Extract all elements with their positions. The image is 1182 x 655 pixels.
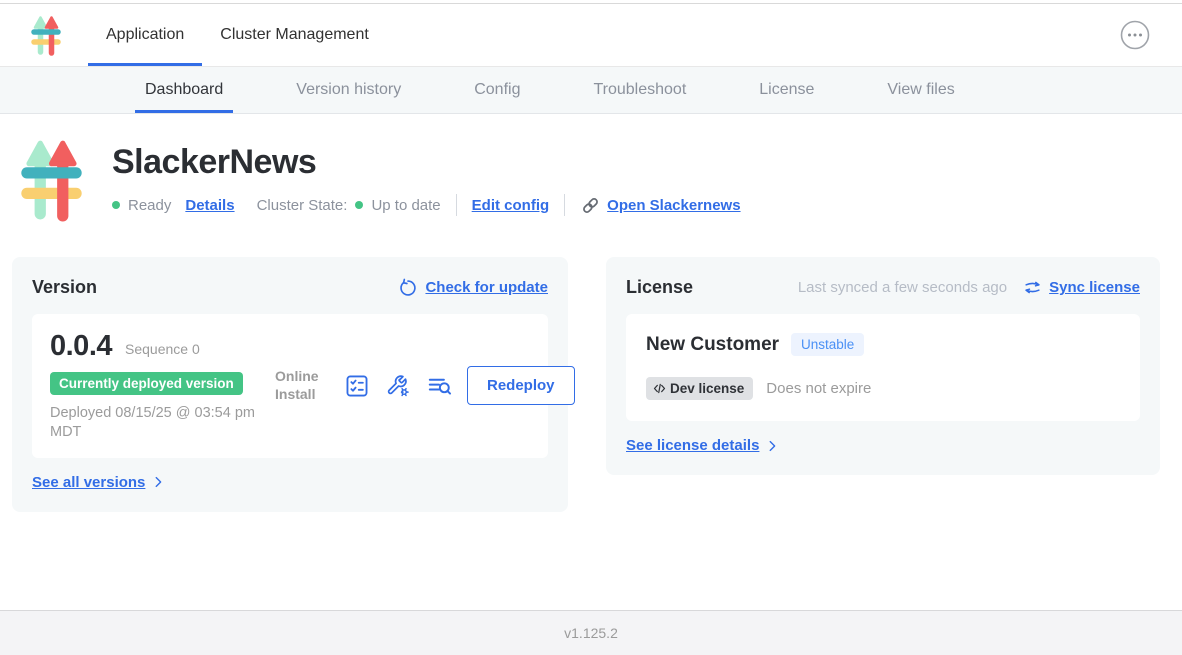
- last-synced-label: Last synced a few seconds ago: [798, 279, 1007, 296]
- channel-badge: Unstable: [791, 333, 864, 356]
- open-app-label: Open Slackernews: [607, 197, 740, 214]
- redeploy-button[interactable]: Redeploy: [467, 366, 575, 405]
- version-card-title: Version: [32, 277, 97, 298]
- chain-link-icon: [580, 195, 601, 216]
- app-header: SlackerNews Ready Details Cluster State:…: [0, 114, 1182, 222]
- deployed-timestamp: Deployed 08/15/25 @ 03:54 pm MDT: [50, 404, 275, 442]
- replicated-app-logo-icon: [30, 14, 62, 56]
- status-divider: [564, 194, 565, 216]
- preflight-checks-icon[interactable]: [344, 373, 370, 399]
- sequence-label: Sequence 0: [125, 341, 200, 357]
- tab-application[interactable]: Application: [88, 4, 202, 66]
- current-version-panel: 0.0.4 Sequence 0 Currently deployed vers…: [32, 314, 548, 458]
- app-subnav: Dashboard Version history Config Trouble…: [0, 67, 1182, 114]
- license-detail-panel: New Customer Unstable Dev license Does n…: [626, 314, 1140, 421]
- subnav-item-troubleshoot[interactable]: Troubleshoot: [583, 67, 696, 113]
- check-for-update-label: Check for update: [425, 279, 548, 296]
- subnav-license-label: License: [759, 81, 814, 99]
- subnav-item-view-files[interactable]: View files: [877, 67, 964, 113]
- main-nav: Application Cluster Management: [0, 4, 1182, 67]
- license-type-badge: Dev license: [646, 377, 753, 400]
- see-license-details-link[interactable]: See license details: [626, 437, 779, 454]
- sync-license-link[interactable]: Sync license: [1023, 278, 1140, 297]
- customer-name: New Customer: [646, 334, 779, 356]
- version-number: 0.0.4: [50, 330, 112, 363]
- chevron-right-icon: [151, 475, 165, 489]
- deployed-status-badge: Currently deployed version: [50, 372, 243, 395]
- sync-arrows-icon: [1023, 278, 1042, 297]
- install-type-label: Online Install: [275, 368, 329, 403]
- code-icon: [652, 381, 667, 396]
- subnav-config-label: Config: [474, 81, 520, 99]
- subnav-view-files-label: View files: [887, 81, 954, 99]
- cluster-state-label: Cluster State:: [257, 197, 348, 214]
- overflow-menu-button[interactable]: [1120, 20, 1150, 50]
- app-status-label: Ready: [128, 197, 171, 214]
- subnav-item-config[interactable]: Config: [464, 67, 530, 113]
- nav-tabs: Application Cluster Management: [88, 4, 387, 66]
- sync-license-label: Sync license: [1049, 279, 1140, 296]
- console-footer: v1.125.2: [0, 610, 1182, 655]
- view-logs-icon[interactable]: [426, 373, 452, 399]
- open-app-link[interactable]: Open Slackernews: [580, 195, 740, 216]
- license-type-label: Dev license: [670, 381, 744, 396]
- license-card-title: License: [626, 277, 693, 298]
- version-card: Version Check for update 0.0.4 Seque: [12, 257, 568, 512]
- app-status-dot: [112, 201, 120, 209]
- refresh-icon: [398, 278, 418, 298]
- console-version: v1.125.2: [564, 625, 618, 641]
- chevron-right-icon: [765, 439, 779, 453]
- cluster-state-value: Up to date: [371, 197, 440, 214]
- status-details-link[interactable]: Details: [185, 197, 234, 214]
- check-for-update-link[interactable]: Check for update: [398, 278, 548, 298]
- subnav-version-history-label: Version history: [296, 81, 401, 99]
- subnav-item-dashboard[interactable]: Dashboard: [135, 67, 233, 113]
- subnav-dashboard-label: Dashboard: [145, 81, 223, 99]
- subnav-troubleshoot-label: Troubleshoot: [593, 81, 686, 99]
- edit-config-link[interactable]: Edit config: [472, 197, 550, 214]
- subnav-item-license[interactable]: License: [749, 67, 824, 113]
- edit-config-icon[interactable]: [385, 373, 411, 399]
- see-license-details-label: See license details: [626, 437, 759, 454]
- tab-application-label: Application: [106, 26, 184, 44]
- tab-cluster-management-label: Cluster Management: [220, 26, 369, 44]
- slackernews-app-icon: [18, 136, 85, 222]
- see-all-versions-link[interactable]: See all versions: [32, 474, 165, 491]
- subnav-item-version-history[interactable]: Version history: [286, 67, 411, 113]
- license-expiration: Does not expire: [766, 380, 871, 397]
- tab-cluster-management[interactable]: Cluster Management: [202, 4, 387, 66]
- status-divider: [456, 194, 457, 216]
- cluster-state-dot: [355, 201, 363, 209]
- ellipsis-icon: [1120, 20, 1150, 50]
- license-card: License Last synced a few seconds ago Sy…: [606, 257, 1160, 475]
- dashboard-content: SlackerNews Ready Details Cluster State:…: [0, 114, 1182, 610]
- page-title: SlackerNews: [112, 144, 741, 181]
- app-status-row: Ready Details Cluster State: Up to date …: [112, 194, 741, 216]
- see-all-versions-label: See all versions: [32, 474, 145, 491]
